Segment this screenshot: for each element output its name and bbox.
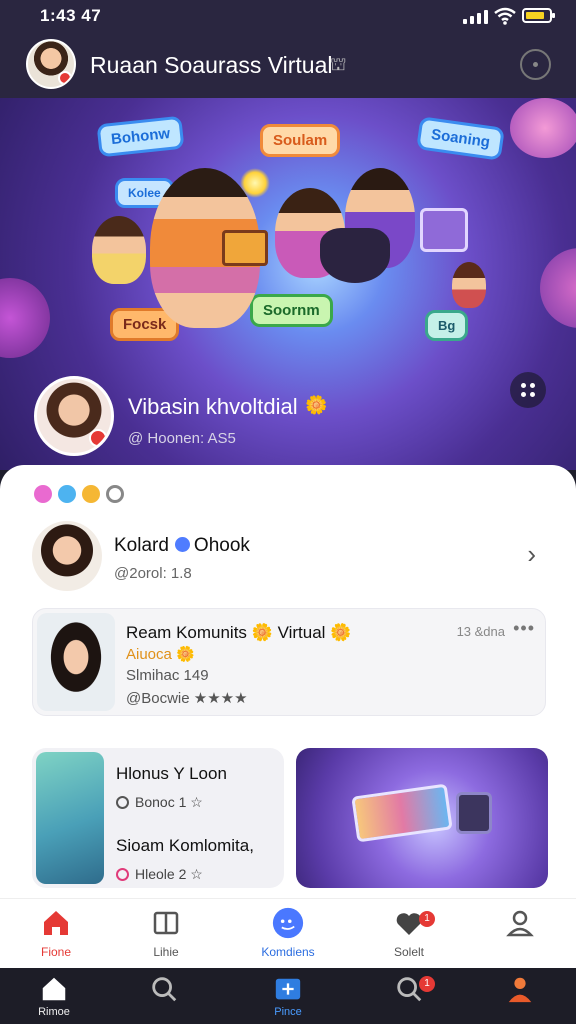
community-title-1: Hlonus Y Loon xyxy=(116,764,227,783)
community-meta-2: Hleole 2 ☆ xyxy=(116,866,203,883)
planet-top-right xyxy=(510,98,576,158)
battery-icon xyxy=(522,8,555,23)
nav-home-label: Fione xyxy=(40,945,72,959)
post-avatar[interactable] xyxy=(37,613,115,711)
profile-person-icon xyxy=(508,977,532,1003)
community-image xyxy=(36,752,104,884)
person-handle: @2orol: 1.8 xyxy=(114,565,192,582)
nav2-places[interactable]: Pince xyxy=(243,974,333,1018)
nav-library-label: Lihie xyxy=(153,945,179,959)
pot-cauldron xyxy=(320,228,390,283)
person-row[interactable]: Kolard Ohook @2orol: 1.8 › xyxy=(32,521,544,591)
pink-reaction-icon[interactable] xyxy=(34,485,52,503)
signal-icon xyxy=(463,10,488,24)
float-label-3: Soaning xyxy=(416,116,506,161)
nav2-profile[interactable] xyxy=(475,974,565,1006)
avatar-status-dot xyxy=(58,71,72,85)
nav2-home[interactable]: Rimoe xyxy=(9,974,99,1018)
post-time: 13 &dna xyxy=(456,624,505,639)
nav-community-label: Komdiens xyxy=(261,945,315,959)
post-subtitle: Aiuoca 🌼 xyxy=(126,646,195,663)
grid-menu-button[interactable] xyxy=(510,372,546,408)
kid-right xyxy=(452,262,486,308)
profile-status-dot xyxy=(89,429,107,447)
profile-badge-icon: 🌼 xyxy=(305,395,328,415)
profile-handle: @ Hoonen: AS5 xyxy=(128,430,236,447)
pink-circle-icon xyxy=(116,868,129,881)
blue-reaction-icon[interactable] xyxy=(58,485,76,503)
book-icon xyxy=(153,911,179,935)
post-count: Slmihac 149 xyxy=(126,667,209,684)
hero-banner: Bohonw Soulam Soaning Kolee Focsk Soornm… xyxy=(0,98,576,470)
profile-name: Vibasin khvoltdial xyxy=(128,394,298,419)
home-icon xyxy=(44,911,68,935)
planet-right xyxy=(540,248,576,328)
nav-social-label: Solelt xyxy=(393,945,425,959)
nav2-search[interactable] xyxy=(119,974,209,1006)
speaker-art xyxy=(456,792,492,834)
social-notification-badge: 1 xyxy=(419,911,435,927)
post-handle: @Bocwie ★★★★ xyxy=(126,690,248,707)
speaker-prop xyxy=(420,208,468,252)
header-title-badge-icon: ⛫ xyxy=(330,54,347,74)
status-bar: 1:43 47 xyxy=(0,0,576,34)
more-dots-icon[interactable]: ••• xyxy=(513,618,535,639)
float-label-1: Bohonw xyxy=(96,115,185,158)
photo-frame-art xyxy=(351,783,453,843)
kid-left xyxy=(92,216,146,284)
bottom-nav-secondary: Rimoe Pince 1 xyxy=(0,968,576,1024)
person-avatar[interactable] xyxy=(32,521,102,591)
create-post-icon xyxy=(275,978,301,1000)
header-title: Ruaan Soaurass Virtual xyxy=(90,52,333,78)
float-label-7: Bg xyxy=(425,310,469,341)
content-sheet: Kolard Ohook @2orol: 1.8 › Ream Komunits … xyxy=(0,465,576,900)
header-avatar[interactable] xyxy=(26,39,76,89)
home-icon xyxy=(42,977,66,1001)
nav2-places-label: Pince xyxy=(274,1006,302,1018)
blocked-icon[interactable] xyxy=(106,485,124,503)
chevron-right-icon[interactable]: › xyxy=(527,539,536,570)
nav2-home-label: Rimoe xyxy=(38,1006,70,1018)
discover-notification-badge: 1 xyxy=(419,976,435,992)
verified-icon xyxy=(174,537,190,552)
options-circle-button[interactable] xyxy=(520,49,551,80)
profile-avatar[interactable] xyxy=(34,376,114,456)
yellow-reaction-icon[interactable] xyxy=(82,485,100,503)
top-header: Ruaan Soaurass Virtual ⛫ xyxy=(0,34,576,98)
chat-bubble-icon xyxy=(272,907,304,939)
virtual-room-card[interactable] xyxy=(296,748,548,888)
reaction-icons xyxy=(34,485,124,503)
bottom-nav-primary: Fione Lihie Komdiens 1 Solelt xyxy=(0,898,576,968)
community-title-2: Sioam Komlomita, xyxy=(116,836,254,855)
float-label-6: Soornm xyxy=(250,294,333,327)
nav2-discover[interactable]: 1 xyxy=(364,974,454,1006)
person-name: Kolard Ohook xyxy=(114,535,250,556)
float-label-2: Soulam xyxy=(260,124,341,157)
post-card[interactable]: Ream Komunits 🌼 Virtual 🌼 Aiuoca 🌼 Slmih… xyxy=(32,608,546,716)
nav-community[interactable]: Komdiens xyxy=(243,907,333,959)
gift-box xyxy=(222,230,268,266)
community-card[interactable]: Hlonus Y Loon Bonoc 1 ☆ Sioam Komlomita,… xyxy=(32,748,284,888)
nav-library[interactable]: Lihie xyxy=(121,907,211,959)
post-title: Ream Komunits 🌼 Virtual 🌼 xyxy=(126,623,352,642)
planet-left xyxy=(0,278,50,358)
wifi-icon xyxy=(494,7,516,25)
community-meta-1: Bonoc 1 ☆ xyxy=(116,794,203,811)
app-screen: 1:43 47 Ruaan Soaurass Virtual ⛫ Bohonw … xyxy=(0,0,576,1024)
circle-icon xyxy=(116,796,129,809)
search-icon xyxy=(152,977,177,1002)
nav-home[interactable]: Fione xyxy=(11,907,101,959)
nav-social[interactable]: 1 Solelt xyxy=(364,907,454,959)
nav-profile[interactable] xyxy=(475,907,565,945)
status-time: 1:43 47 xyxy=(40,6,102,25)
user-icon xyxy=(506,910,534,937)
